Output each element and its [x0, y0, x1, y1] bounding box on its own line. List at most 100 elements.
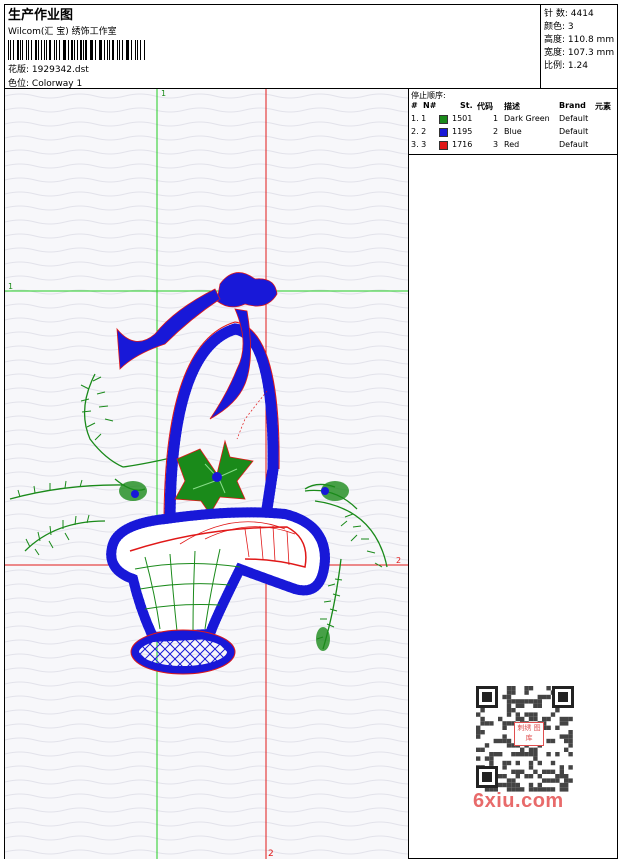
barcode-bar — [46, 40, 48, 60]
qr-module — [555, 725, 560, 730]
barcode-bar — [71, 40, 74, 60]
qr-module — [537, 782, 542, 788]
qr-module — [528, 774, 534, 779]
qr-module — [555, 708, 560, 713]
qr-module — [511, 778, 516, 783]
barcode-bar — [8, 40, 10, 60]
qr-module — [506, 699, 512, 704]
qr-module — [568, 730, 573, 735]
qr-module — [520, 747, 525, 752]
qr-module — [546, 694, 551, 700]
barcode-bar — [117, 40, 118, 60]
qr-module — [546, 725, 551, 730]
qr-module — [546, 686, 551, 691]
barcode-bar — [26, 40, 28, 60]
barcode-bar — [118, 40, 121, 60]
barcode-bar — [112, 40, 115, 60]
qr-module — [506, 782, 512, 788]
qr-module — [476, 756, 481, 761]
qr-module — [515, 699, 520, 704]
qr-module — [542, 694, 547, 700]
qr-module — [568, 734, 573, 739]
barcode-bar — [91, 40, 94, 60]
qr-module — [520, 716, 525, 722]
qr-module — [480, 716, 485, 722]
stop-code: 2 — [493, 127, 499, 136]
green-v-axis-label: 1 — [161, 89, 166, 98]
qr-module — [520, 699, 525, 704]
qr-module — [515, 769, 520, 774]
qr-module — [489, 760, 494, 766]
barcode-bar — [10, 40, 11, 60]
barcode-bar — [95, 40, 96, 60]
file-name: 1929342.dst — [31, 65, 89, 75]
barcode-bar — [137, 40, 138, 60]
qr-module — [559, 782, 564, 788]
qr-module — [568, 743, 573, 748]
design-ratio: 比例: 1.24 — [544, 61, 588, 71]
qr-module — [528, 716, 534, 722]
qr-module — [502, 782, 507, 788]
qr-module — [480, 721, 485, 726]
barcode-bar — [34, 40, 37, 60]
qr-module — [546, 716, 551, 722]
red-h-axis-label: 2 — [396, 556, 401, 565]
qr-finder — [482, 692, 492, 702]
stop-stitches: 1195 — [452, 127, 473, 136]
qr-module — [484, 721, 490, 726]
qr-module — [498, 752, 503, 757]
qr-module — [524, 712, 529, 717]
qr-module — [498, 716, 503, 722]
qr-module — [506, 738, 512, 744]
qr-module — [559, 734, 564, 739]
qr-module — [506, 760, 512, 766]
color-swatch — [439, 115, 448, 124]
barcode-bar — [139, 40, 141, 60]
qr-module — [524, 752, 529, 757]
header: 生产作业图 Wilcom(汇 宝) 绣饰工作室 花版: 1929342.dst … — [4, 4, 540, 89]
qr-module — [502, 774, 507, 779]
stitch-count: 针 数: 4414 — [544, 9, 594, 19]
qr-module — [528, 752, 534, 757]
qr-module — [498, 774, 503, 779]
stop-num: 2. 2 — [411, 127, 427, 136]
qr-module — [506, 721, 512, 726]
barcode-bar — [89, 40, 91, 60]
qr-module — [524, 686, 529, 691]
qr-module — [564, 747, 569, 752]
qr-module — [568, 778, 573, 783]
barcode-bar — [80, 40, 82, 60]
watermark-stamp: 刺绣 图库 — [514, 722, 544, 746]
qr-module — [528, 686, 534, 691]
embroidery-preview: 1 1 2 2 — [5, 89, 408, 859]
qr-module — [533, 716, 538, 722]
qr-module — [511, 690, 516, 695]
qr-module — [502, 760, 507, 766]
barcode-bar — [55, 40, 57, 60]
barcode-bar — [103, 40, 105, 60]
qr-module — [542, 716, 547, 722]
qr-module — [528, 699, 534, 704]
qr-module — [511, 686, 516, 691]
col-num: # — [411, 101, 418, 110]
barcode-bar — [30, 40, 32, 60]
qr-module — [546, 752, 551, 757]
qr-module — [528, 747, 534, 752]
qr-module — [502, 734, 507, 739]
qr-module — [559, 774, 564, 779]
file-label: 花版: — [8, 65, 30, 75]
qr-module — [559, 769, 564, 774]
col-desc: 描述 — [504, 102, 520, 111]
barcode-bar — [58, 40, 60, 60]
qr-module — [515, 716, 520, 722]
barcode-bar — [37, 40, 39, 60]
barcode-bar — [76, 40, 78, 60]
qr-module — [533, 756, 538, 761]
qr-module — [506, 703, 512, 708]
qr-module — [498, 782, 503, 788]
stop-num: 3. 3 — [411, 140, 427, 149]
stop-brand: Default — [559, 114, 589, 123]
barcode-bar — [40, 40, 42, 60]
barcode-bar — [67, 40, 69, 60]
qr-module — [489, 756, 494, 761]
